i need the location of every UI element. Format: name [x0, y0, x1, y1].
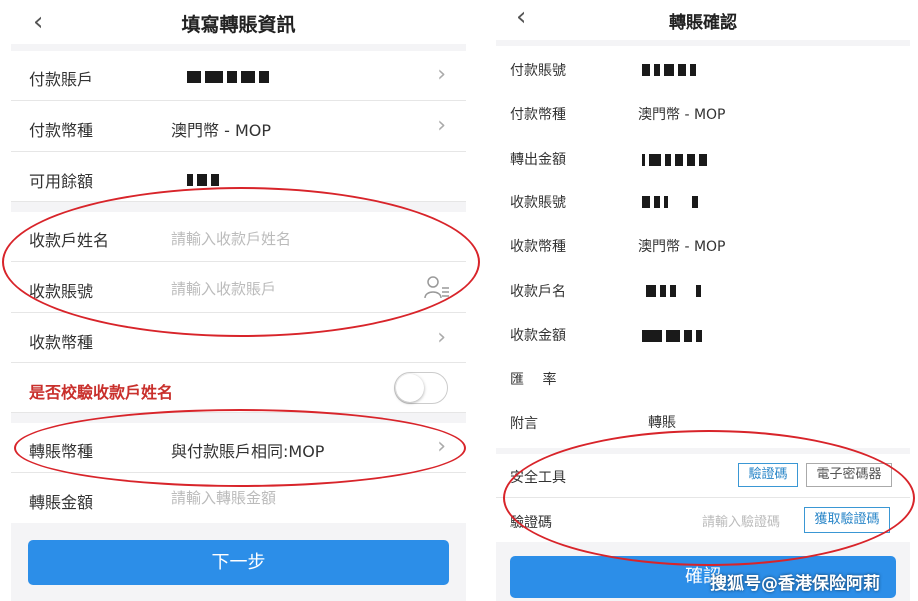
row-label: 收款幣種 — [29, 333, 94, 352]
row-label: 收款幣種 — [510, 239, 566, 255]
row-label: 付款賬號 — [510, 63, 566, 79]
toggle-knob — [396, 374, 424, 402]
row-label: 收款戶姓名 — [29, 231, 110, 250]
masked-value — [642, 196, 702, 208]
row-label: 付款幣種 — [510, 107, 566, 123]
row-verification-code: 驗證碼 請輸入驗證碼 獲取驗證碼 — [496, 498, 910, 542]
row-transfer-currency[interactable]: 轉賬幣種 與付款賬戶相同:MOP › — [11, 423, 466, 473]
row-label: 收款賬號 — [510, 195, 566, 211]
row-payee-name: 收款戶名 — [496, 266, 910, 310]
chevron-right-icon: › — [437, 325, 446, 350]
row-value: 澳門幣 - MOP — [638, 239, 726, 255]
page-title: 轉賬確認 — [669, 13, 737, 33]
row-note: 附言 轉賬 — [496, 398, 910, 444]
row-pay-currency[interactable]: 付款幣種 澳門幣 - MOP › — [11, 101, 466, 152]
row-value: 澳門幣 - MOP — [171, 121, 271, 140]
page-title: 填寫轉賬資訊 — [181, 14, 296, 36]
row-transfer-amount[interactable]: 轉賬金額 請輸入轉賬金額 — [11, 473, 466, 523]
row-payee-account[interactable]: 收款賬號 請輸入收款賬戶 — [11, 262, 466, 313]
row-rate: 匯 率 — [496, 354, 910, 398]
row-value: 轉賬 — [648, 415, 676, 431]
verify-name-toggle[interactable] — [394, 372, 448, 404]
row-out-amount: 轉出金額 — [496, 134, 910, 178]
row-label: 付款幣種 — [29, 121, 94, 140]
chevron-right-icon: › — [437, 113, 446, 138]
row-label: 收款賬號 — [29, 282, 94, 301]
contact-book-icon[interactable] — [424, 274, 450, 300]
masked-value — [642, 154, 711, 166]
row-payee-currency: 收款幣種 澳門幣 - MOP — [496, 222, 910, 266]
masked-value — [187, 174, 223, 186]
transfer-info-screen: ‹ 填寫轉賬資訊 付款賬戶 › 付款幣種 澳門幣 - MOP › 可用餘額 收款… — [11, 0, 466, 601]
row-label: 轉賬幣種 — [29, 442, 94, 461]
row-available-balance: 可用餘額 — [11, 152, 466, 202]
row-payee-account-no: 收款賬號 — [496, 178, 910, 222]
chevron-right-icon: › — [437, 62, 446, 87]
row-label: 附言 — [510, 416, 538, 432]
row-label: 可用餘額 — [29, 172, 94, 191]
row-label: 驗證碼 — [510, 515, 552, 531]
masked-value — [642, 64, 700, 76]
payee-name-input[interactable]: 請輸入收款戶姓名 — [171, 228, 291, 249]
verification-code-input[interactable]: 請輸入驗證碼 — [702, 511, 780, 530]
row-value: 澳門幣 - MOP — [638, 107, 726, 123]
row-receive-amount: 收款金額 — [496, 310, 910, 354]
row-label: 安全工具 — [510, 470, 566, 486]
masked-value — [187, 71, 273, 83]
row-label: 轉出金額 — [510, 152, 566, 168]
row-verify-name: 是否校驗收款戶姓名 — [11, 363, 466, 413]
row-pay-account[interactable]: 付款賬戶 › — [11, 51, 466, 101]
row-label: 是否校驗收款戶姓名 — [29, 383, 174, 402]
watermark: 搜狐号@香港保险阿莉 — [710, 574, 880, 594]
row-label: 轉賬金額 — [29, 493, 94, 512]
payee-account-input[interactable]: 請輸入收款賬戶 — [171, 278, 276, 299]
row-payee-name[interactable]: 收款戶姓名 請輸入收款戶姓名 — [11, 212, 466, 262]
row-security-tool: 安全工具 驗證碼 電子密碼器 — [496, 454, 910, 498]
transfer-confirm-screen: ‹ 轉賬確認 付款賬號 付款幣種 澳門幣 - MOP 轉出金額 收款賬號 收款幣… — [496, 0, 910, 601]
masked-value — [642, 330, 706, 342]
sms-code-button[interactable]: 驗證碼 — [738, 463, 798, 487]
row-pay-account-no: 付款賬號 — [496, 46, 910, 90]
row-pay-currency: 付款幣種 澳門幣 - MOP — [496, 90, 910, 134]
row-label: 收款金額 — [510, 328, 566, 344]
transfer-amount-input[interactable]: 請輸入轉賬金額 — [171, 487, 276, 508]
row-label: 收款戶名 — [510, 284, 566, 300]
next-button[interactable]: 下一步 — [28, 540, 449, 585]
masked-value — [646, 285, 705, 297]
row-label: 匯 率 — [510, 372, 557, 388]
chevron-right-icon: › — [437, 434, 446, 459]
row-value: 與付款賬戶相同:MOP — [171, 442, 325, 461]
confirm-details: 付款賬號 付款幣種 澳門幣 - MOP 轉出金額 收款賬號 收款幣種 澳門幣 -… — [496, 46, 910, 448]
header: ‹ 填寫轉賬資訊 — [11, 0, 466, 44]
token-button[interactable]: 電子密碼器 — [806, 463, 892, 487]
row-label: 付款賬戶 — [29, 70, 94, 89]
get-code-button[interactable]: 獲取驗證碼 — [804, 507, 890, 533]
row-payee-currency[interactable]: 收款幣種 › — [11, 313, 466, 363]
header: ‹ 轉賬確認 — [496, 0, 910, 40]
